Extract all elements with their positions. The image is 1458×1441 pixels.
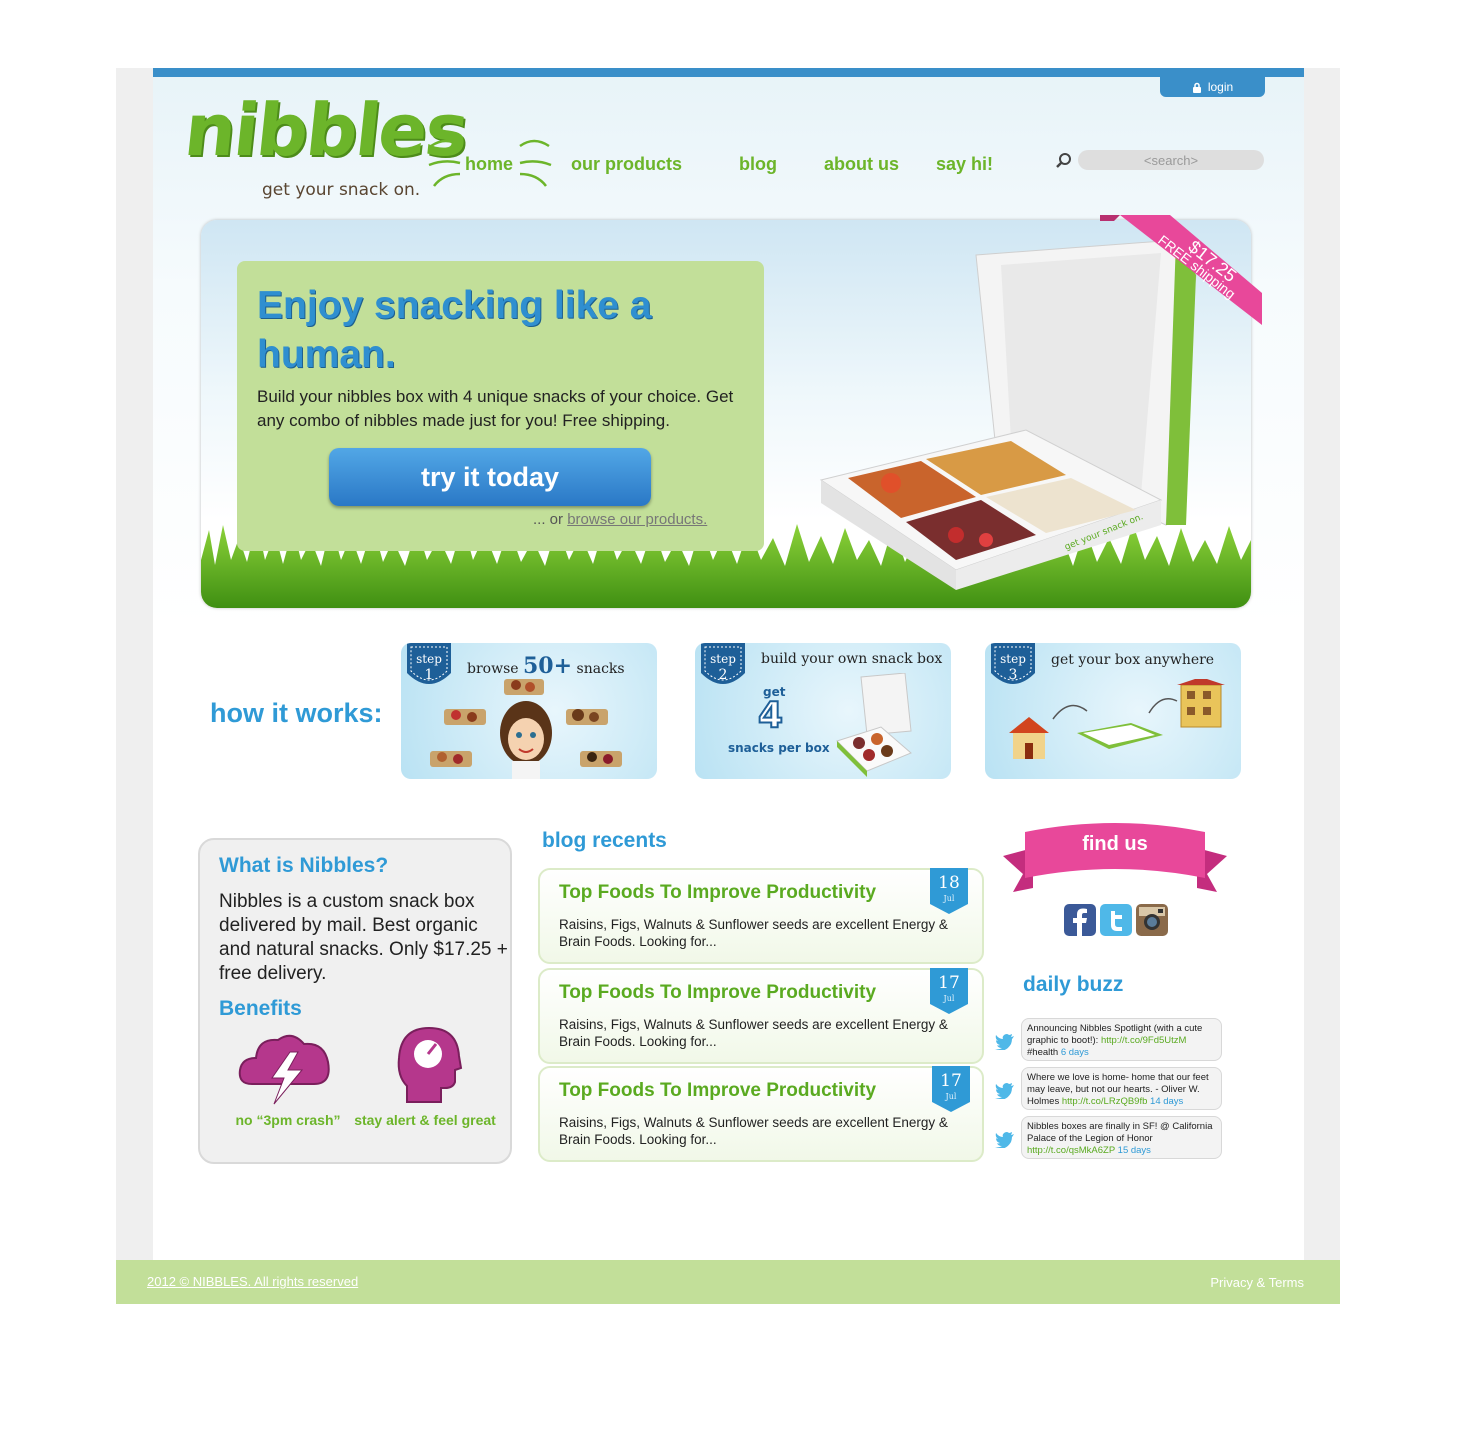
login-button[interactable]: login bbox=[1160, 77, 1265, 97]
privacy-terms-link[interactable]: Privacy & Terms bbox=[1210, 1275, 1304, 1290]
copyright-link[interactable]: 2012 © NIBBLES. All rights reserved bbox=[147, 1274, 358, 1289]
top-accent-bar bbox=[153, 68, 1304, 77]
nav-say-hi[interactable]: say hi! bbox=[936, 154, 993, 175]
blog-post-title[interactable]: Top Foods To Improve Productivity bbox=[559, 1080, 876, 1102]
search-icon[interactable] bbox=[1055, 152, 1073, 170]
step-2-badge: step 2 bbox=[701, 643, 745, 684]
svg-text:17: 17 bbox=[940, 1071, 962, 1091]
blog-post-excerpt: Raisins, Figs, Walnuts & Sunflower seeds… bbox=[559, 1017, 948, 1049]
step-1-card[interactable]: step 1 browse 50+ snacks bbox=[401, 643, 657, 779]
twitter-bird-icon bbox=[995, 1083, 1014, 1099]
hero-body: Build your nibbles box with 4 unique sna… bbox=[257, 387, 734, 430]
search-input[interactable] bbox=[1078, 150, 1264, 170]
browse-line: ... or browse our products. bbox=[533, 511, 707, 528]
tweet-time: 15 days bbox=[1117, 1145, 1151, 1156]
step-3-caption: get your box anywhere bbox=[1051, 652, 1215, 668]
lock-icon bbox=[1192, 82, 1201, 93]
tweet-item[interactable]: Where we love is home- home that our fee… bbox=[1021, 1067, 1222, 1110]
svg-text:Jul: Jul bbox=[943, 894, 955, 903]
blog-post-title[interactable]: Top Foods To Improve Productivity bbox=[559, 982, 876, 1004]
twitter-bird-icon bbox=[995, 1132, 1014, 1148]
blog-post-excerpt: Raisins, Figs, Walnuts & Sunflower seeds… bbox=[559, 917, 948, 949]
blog-post-card[interactable]: Top Foods To Improve Productivity Raisin… bbox=[538, 968, 984, 1064]
blog-post-excerpt: Raisins, Figs, Walnuts & Sunflower seeds… bbox=[559, 1115, 948, 1147]
tweet-item[interactable]: Nibbles boxes are finally in SF! @ Calif… bbox=[1021, 1116, 1222, 1159]
delivery-illustration bbox=[1009, 679, 1225, 759]
find-us-label: find us bbox=[1082, 833, 1148, 855]
blog-post-card[interactable]: Top Foods To Improve Productivity Raisin… bbox=[538, 868, 984, 964]
about-body: Nibbles is a custom snack box delivered … bbox=[219, 891, 508, 984]
about-title: What is Nibbles? bbox=[219, 854, 389, 877]
try-it-today-button[interactable]: try it today bbox=[329, 448, 651, 506]
tweet-time: 14 days bbox=[1150, 1096, 1184, 1107]
benefit-stay-alert: stay alert & feel great bbox=[354, 1112, 496, 1128]
date-tag: 18 Jul bbox=[930, 868, 968, 914]
step-3-card[interactable]: step 3 get your box anywhere bbox=[985, 643, 1241, 779]
twitter-icon[interactable] bbox=[1100, 904, 1132, 936]
tweet-link[interactable]: http://t.co/9Fd5UtzM bbox=[1101, 1035, 1187, 1046]
twitter-bird-icon bbox=[995, 1034, 1014, 1050]
date-tag: 17 Jul bbox=[930, 968, 968, 1014]
login-label: login bbox=[1207, 80, 1234, 94]
nav-blog[interactable]: blog bbox=[739, 154, 777, 175]
tweet-time: 6 days bbox=[1060, 1047, 1089, 1058]
benefit-no-crash: no “3pm crash” bbox=[235, 1112, 341, 1128]
svg-text:17: 17 bbox=[938, 973, 960, 993]
blog-post-title[interactable]: Top Foods To Improve Productivity bbox=[559, 882, 876, 904]
tweet-link[interactable]: http://t.co/LRzQB9fb bbox=[1062, 1096, 1148, 1107]
snacks-per-box-label: snacks per box bbox=[728, 741, 830, 755]
daily-buzz-title: daily buzz bbox=[1023, 973, 1124, 996]
svg-text:step: step bbox=[416, 652, 442, 666]
footer: 2012 © NIBBLES. All rights reserved Priv… bbox=[116, 1260, 1340, 1304]
open-box-illustration bbox=[836, 673, 912, 777]
hero-banner: get your snack on. Enjoy snacking like a… bbox=[201, 220, 1251, 608]
what-is-nibbles-panel: What is Nibbles? Nibbles is a custom sna… bbox=[198, 838, 512, 1164]
date-tag: 17 Jul bbox=[932, 1066, 970, 1112]
browse-products-link[interactable]: browse our products. bbox=[567, 511, 707, 528]
tweet-link[interactable]: http://t.co/qsMkA6ZP bbox=[1027, 1145, 1115, 1156]
svg-text:Jul: Jul bbox=[943, 994, 955, 1003]
or-prefix: ... or bbox=[533, 511, 568, 528]
nav-our-products[interactable]: our products bbox=[571, 154, 682, 175]
nav-home[interactable]: home bbox=[465, 154, 513, 175]
svg-text:18: 18 bbox=[938, 873, 960, 893]
benefits-title: Benefits bbox=[219, 997, 302, 1020]
tweet-item[interactable]: Announcing Nibbles Spotlight (with a cut… bbox=[1021, 1018, 1222, 1061]
instagram-icon[interactable] bbox=[1136, 904, 1168, 936]
step-2-card[interactable]: step 2 build your own snack box get 4 sn… bbox=[695, 643, 951, 779]
hero-title: Enjoy snacking like a human. bbox=[257, 284, 652, 376]
how-it-works-label: how it works: bbox=[210, 698, 383, 728]
alert-head-icon bbox=[397, 1026, 463, 1103]
facebook-icon[interactable] bbox=[1064, 904, 1096, 936]
lightning-cloud-icon bbox=[238, 1034, 330, 1105]
svg-text:step: step bbox=[1000, 652, 1026, 666]
find-us-banner: find us bbox=[1003, 823, 1227, 892]
svg-text:Jul: Jul bbox=[945, 1092, 957, 1101]
svg-text:step: step bbox=[710, 652, 736, 666]
hero-card: Enjoy snacking like a human. Build your … bbox=[237, 261, 764, 551]
step-2-caption: build your own snack box bbox=[761, 651, 943, 667]
price-ribbon: $17.25 FREE shipping bbox=[1100, 215, 1262, 325]
logo-tagline: get your snack on. bbox=[262, 180, 421, 200]
svg-text:2: 2 bbox=[719, 667, 728, 683]
four-snacks-number: 4 bbox=[757, 694, 784, 737]
snacks-and-girl-illustration bbox=[430, 679, 622, 779]
nav-about-us[interactable]: about us bbox=[824, 154, 899, 175]
blog-recents-title: blog recents bbox=[542, 829, 667, 852]
blog-post-card[interactable]: Top Foods To Improve Productivity Raisin… bbox=[538, 1066, 984, 1162]
